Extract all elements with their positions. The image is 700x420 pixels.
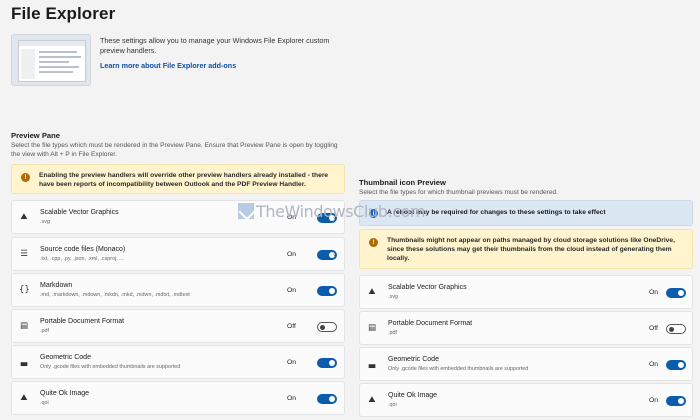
toggle-state-label: On [649,361,659,368]
warning-icon: ! [369,238,378,247]
image-icon: ⛰ [20,212,28,222]
setting-name: Quite Ok Image [40,390,90,397]
chart-icon: ▃ [20,357,28,367]
setting-extensions: .pdf [40,328,49,334]
setting-name: Geometric Code [388,356,439,363]
setting-name: Geometric Code [40,354,91,361]
image-icon: ⛰ [368,287,376,297]
learn-more-link[interactable]: Learn more about File Explorer add-ons [100,61,236,70]
toggle-state-label: On [649,289,659,296]
toggle-switch[interactable] [317,394,337,404]
watermark: TheWindowsClub.com [238,202,426,222]
setting-extensions: Only .gcode files with embedded thumbnai… [388,366,529,372]
toggle-switch[interactable] [317,322,337,332]
setting-extensions: .qoi [388,402,397,408]
setting-card: ▤ Portable Document Format .pdf Off [359,311,693,345]
thumbnail-warning-text: Thumbnails might not appear on paths man… [387,237,675,262]
setting-name: Scalable Vector Graphics [388,284,467,291]
image-icon: ⛰ [20,393,28,403]
setting-extensions: .svg [40,219,50,225]
thumbnail-warning: ! Thumbnails might not appear on paths m… [359,229,693,269]
setting-extensions: .pdf [388,330,397,336]
markdown-icon: {} [19,285,30,295]
setting-card: {} Markdown .md, .markdown, .mdown, .mkdn,… [11,273,345,307]
thumbnail-preview-description: Select the file types for which thumbnai… [359,189,559,196]
toggle-state-label: On [287,251,297,258]
hero-description: These settings allow you to manage your … [100,36,330,55]
preview-pane-description: Select the file types which must be rend… [11,142,338,158]
image-icon: ⛰ [368,395,376,405]
setting-card: ▤ Portable Document Format .pdf Off [11,309,345,343]
setting-card: ▃ Geometric Code Only .gcode files with em… [359,347,693,381]
setting-extensions: .qoi [40,400,49,406]
pdf-icon: ▤ [19,321,29,331]
toggle-switch[interactable] [317,358,337,368]
setting-card: ▃ Geometric Code Only .gcode files with em… [11,345,345,379]
code-file-icon: ☰ [20,249,28,259]
toggle-switch[interactable] [666,396,686,406]
setting-name: Quite Ok Image [388,392,438,399]
setting-name: Source code files (Monaco) [40,246,126,253]
toggle-state-label: Off [649,325,658,332]
toggle-state-label: On [287,287,297,294]
setting-extensions: Only .gcode files with embedded thumbnai… [40,364,181,370]
toggle-switch[interactable] [666,360,686,370]
setting-name: Portable Document Format [388,320,473,327]
toggle-state-label: On [287,395,297,402]
setting-extensions: .md, .markdown, .mdown, .mkdn, .mkd, .md… [40,292,190,298]
setting-extensions: .txt, .cpp, .py, .json, .xml, .csproj, .… [40,256,124,262]
setting-card: ☰ Source code files (Monaco) .txt, .cpp, .… [11,237,345,271]
setting-card: ⛰ Scalable Vector Graphics .svg On [359,275,693,309]
setting-card: ⛰ Quite Ok Image .qoi On [11,381,345,415]
preview-pane-warning-text: Enabling the preview handlers will overr… [39,172,329,188]
preview-pane-warning: ! Enabling the preview handlers will ove… [11,164,345,194]
watermark-logo-icon [238,203,254,219]
setting-name: Portable Document Format [40,318,125,325]
toggle-switch[interactable] [666,324,686,334]
toggle-state-label: Off [287,323,296,330]
toggle-state-label: On [287,359,297,366]
chevron-down-icon[interactable]: ⌄ [332,250,338,258]
chart-icon: ▃ [368,359,376,369]
toggle-switch[interactable] [317,286,337,296]
thumbnail-preview-title: Thumbnail icon Preview [359,178,446,187]
toggle-switch[interactable] [666,288,686,298]
setting-name: Scalable Vector Graphics [40,209,119,216]
pdf-icon: ▤ [367,323,377,333]
preview-pane-title: Preview Pane [11,131,60,140]
watermark-text: TheWindowsClub.com [256,202,426,221]
warning-icon: ! [21,173,30,182]
setting-name: Markdown [40,282,73,289]
setting-extensions: .svg [388,294,398,300]
setting-card: ⛰ Quite Ok Image .qoi On [359,383,693,417]
page-title: File Explorer [11,4,116,23]
hero-window-illustration [18,40,86,82]
toggle-state-label: On [649,397,659,404]
hero-image [11,34,91,86]
